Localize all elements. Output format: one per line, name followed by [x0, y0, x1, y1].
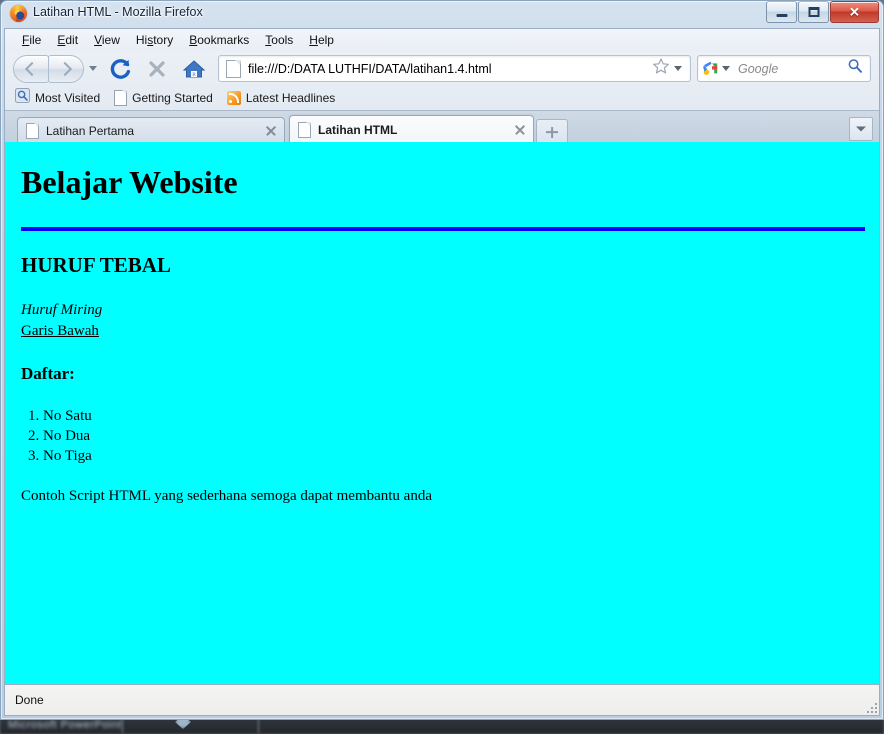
chevron-right-icon	[57, 61, 73, 76]
minimize-icon	[776, 14, 787, 17]
taskbar-item-label: Microsoft PowerPoint	[8, 719, 122, 731]
resize-grip[interactable]	[863, 699, 877, 713]
window-title: Latihan HTML - Mozilla Firefox	[33, 5, 203, 19]
chevron-down-icon[interactable]	[722, 66, 730, 71]
status-text: Done	[15, 693, 44, 707]
menu-item-bookmarks[interactable]: Bookmarks	[182, 31, 256, 49]
menu-bar: FFileile Edit View History Bookmarks Too…	[5, 29, 879, 51]
window-controls: ✕	[766, 1, 879, 23]
search-icon[interactable]	[847, 58, 863, 79]
page-icon	[26, 123, 39, 139]
maximize-button[interactable]	[798, 1, 829, 23]
address-bar[interactable]: file:///D:/DATA LUTHFI/DATA/latihan1.4.h…	[218, 55, 691, 82]
tab-label: Latihan HTML	[318, 123, 398, 137]
close-icon: ✕	[849, 4, 860, 20]
rss-icon	[226, 91, 241, 105]
reload-icon	[110, 58, 131, 79]
chevron-down-icon[interactable]	[89, 66, 97, 71]
page-heading-3: HURUF TEBAL	[21, 253, 171, 277]
close-icon[interactable]	[513, 123, 527, 137]
close-icon[interactable]	[264, 124, 278, 138]
bookmark-label: Getting Started	[132, 91, 213, 105]
back-button[interactable]	[13, 54, 49, 83]
menu-item-help[interactable]: Help	[302, 31, 341, 49]
tab-bar: Latihan Pertama Latihan HTML	[5, 110, 879, 144]
browser-chrome: FFileile Edit View History Bookmarks Too…	[4, 28, 880, 144]
forward-button[interactable]	[48, 54, 84, 83]
list-all-tabs-button[interactable]	[849, 117, 873, 141]
bookmark-star-icon[interactable]	[652, 57, 670, 80]
menu-item-tools[interactable]: Tools	[258, 31, 300, 49]
ordered-list: No Satu No Dua No Tiga	[21, 406, 865, 466]
page-icon	[226, 59, 241, 78]
menu-item-view[interactable]: View	[87, 31, 127, 49]
menu-item-edit[interactable]: Edit	[50, 31, 85, 49]
page-icon	[298, 122, 311, 138]
svg-text:R: R	[192, 72, 196, 78]
page-content: Belajar Website HURUF TEBAL Huruf Miring…	[4, 142, 880, 684]
italic-text: Huruf Miring	[21, 302, 103, 318]
maximize-icon	[808, 7, 819, 17]
bookmark-label: Latest Headlines	[245, 91, 336, 105]
minimize-button[interactable]	[766, 1, 797, 23]
bookmarks-toolbar: Most Visited Getting Started Latest Head…	[5, 86, 879, 110]
home-button[interactable]: R	[180, 55, 208, 83]
rendered-html-document: Belajar Website HURUF TEBAL Huruf Miring…	[5, 142, 879, 505]
tab-latihan-html[interactable]: Latihan HTML	[289, 115, 534, 144]
new-tab-button[interactable]	[536, 119, 568, 144]
bookmark-latest-headlines[interactable]: Latest Headlines	[226, 91, 336, 105]
google-icon[interactable]	[703, 61, 718, 76]
search-bar[interactable]: Google	[697, 55, 871, 82]
bookmark-label: Most Visited	[35, 91, 101, 105]
close-button[interactable]: ✕	[830, 1, 879, 23]
bookmark-most-visited[interactable]: Most Visited	[15, 88, 100, 108]
list-item: No Satu	[43, 406, 865, 426]
search-input[interactable]: Google	[738, 62, 847, 76]
list-heading: Daftar:	[21, 364, 75, 383]
firefox-logo-icon	[10, 5, 27, 22]
tab-latihan-pertama[interactable]: Latihan Pertama	[17, 117, 285, 144]
underlined-text: Garis Bawah	[21, 323, 99, 339]
chevron-down-icon[interactable]	[674, 66, 682, 71]
firefox-window: Latihan HTML - Mozilla Firefox ✕ FFileil…	[0, 0, 884, 720]
magnifier-icon	[15, 88, 30, 108]
tab-label: Latihan Pertama	[46, 124, 135, 138]
bookmark-getting-started[interactable]: Getting Started	[114, 90, 213, 106]
status-bar: Done	[4, 684, 880, 716]
page-heading-1: Belajar Website	[21, 164, 238, 200]
navigation-toolbar: R file:///D:/DATA LUTHFI/DATA/latihan1.4…	[5, 51, 879, 86]
list-item: No Tiga	[43, 446, 865, 466]
menu-item-history[interactable]: History	[129, 31, 180, 49]
horizontal-rule	[21, 227, 865, 231]
url-text: file:///D:/DATA LUTHFI/DATA/latihan1.4.h…	[248, 61, 492, 76]
home-icon: R	[182, 59, 206, 78]
page-paragraph: Contoh Script HTML yang sederhana semoga…	[21, 488, 432, 504]
menu-item-file[interactable]: FFileile	[15, 31, 48, 49]
nav-buttons	[13, 54, 97, 83]
page-icon	[114, 90, 128, 106]
stop-button[interactable]	[143, 55, 171, 83]
list-item: No Dua	[43, 426, 865, 446]
title-bar[interactable]: Latihan HTML - Mozilla Firefox ✕	[0, 0, 884, 28]
reload-button[interactable]	[106, 55, 134, 83]
chevron-left-icon	[24, 61, 40, 76]
close-icon	[149, 60, 165, 77]
